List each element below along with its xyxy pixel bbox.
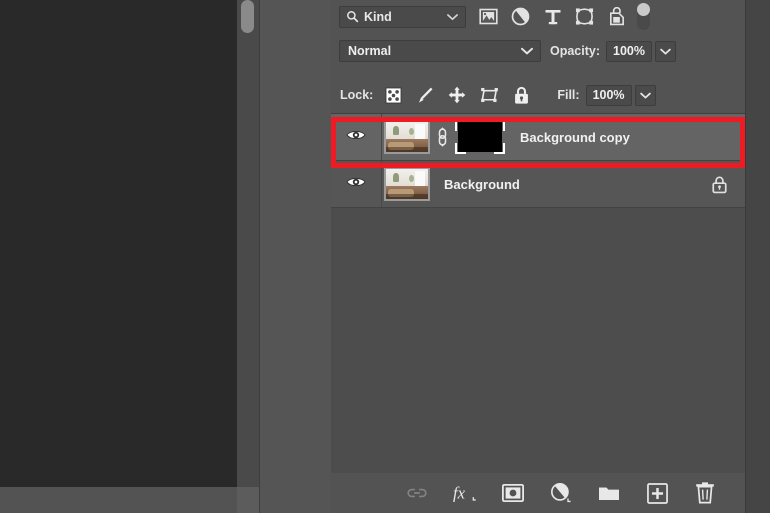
thumbnail-detail (408, 175, 414, 183)
link-icon[interactable] (405, 481, 429, 505)
half-filled-circle-icon[interactable] (549, 481, 573, 505)
folder-icon[interactable] (597, 481, 621, 505)
layer-visibility-toggle[interactable] (331, 161, 381, 207)
lock-row: Lock: Fill: 100% (331, 80, 745, 110)
mask-selection-corner (455, 143, 466, 154)
layer-name-label[interactable]: Background (444, 177, 711, 192)
thumbnail-detail (414, 170, 426, 187)
opacity-dropdown-button[interactable] (655, 40, 677, 62)
layer-thumbnail[interactable] (384, 167, 430, 201)
lock-label: Lock: (340, 88, 374, 102)
thumbnail-detail (414, 123, 426, 140)
filter-smart-objects-icon[interactable] (606, 6, 627, 27)
fx-icon[interactable]: fx (453, 481, 477, 505)
opacity-value: 100% (613, 44, 645, 58)
filter-shape-layers-icon[interactable] (574, 6, 595, 27)
layer-name-label[interactable]: Background copy (520, 130, 745, 145)
vertical-scrollbar[interactable] (237, 0, 259, 487)
fill-label: Fill: (557, 88, 580, 102)
fill-input[interactable]: 100% (585, 84, 632, 106)
chevron-down-icon (639, 86, 651, 104)
layer-list: Background copy Background (331, 113, 745, 474)
vertical-scrollbar-thumb[interactable] (241, 0, 254, 33)
chevron-down-icon (447, 13, 458, 21)
eye-icon (346, 175, 366, 194)
filter-enable-toggle[interactable] (637, 2, 650, 30)
layers-panel-bottom-toolbar: fx (331, 473, 745, 513)
lock-artboard-nesting-icon[interactable] (479, 85, 499, 105)
thumbnail-detail (386, 147, 428, 152)
svg-text:fx: fx (453, 484, 466, 503)
row-divider (381, 161, 382, 207)
fill-value: 100% (592, 88, 625, 102)
thumbnail-detail (408, 128, 414, 136)
document-canvas[interactable] (0, 0, 237, 487)
lock-position-icon[interactable] (447, 85, 467, 105)
chevron-down-icon (521, 47, 533, 55)
chevron-down-icon (660, 42, 671, 60)
toggle-knob (637, 2, 650, 16)
blend-mode-dropdown[interactable]: Normal (339, 40, 541, 62)
panel-edge-line (745, 0, 746, 513)
photoshop-layers-panel-screenshot: Kind Normal Opacity: 100% Lock: Fill: 10… (0, 0, 770, 513)
eye-icon (346, 128, 366, 147)
layers-panel: Kind Normal Opacity: 100% Lock: Fill: 10… (331, 0, 745, 513)
layer-mask-thumbnail[interactable] (452, 118, 508, 156)
filter-type-icons (478, 6, 627, 27)
filter-kind-label: Kind (364, 9, 392, 24)
thumbnail-detail (392, 173, 400, 183)
filter-kind-dropdown[interactable]: Kind (339, 5, 466, 28)
layer-thumbnail[interactable] (384, 120, 430, 154)
mask-selection-corner (494, 120, 505, 131)
filter-type-layers-icon[interactable] (542, 6, 563, 27)
trash-icon[interactable] (693, 481, 717, 505)
filter-pixel-layers-icon[interactable] (478, 6, 499, 27)
opacity-input[interactable]: 100% (606, 40, 653, 62)
row-divider (381, 114, 382, 160)
mask-selection-corner (494, 143, 505, 154)
table-row[interactable]: Background (331, 161, 745, 208)
lock-buttons (383, 85, 531, 105)
panel-divider (259, 0, 260, 513)
lock-transparent-pixels-icon[interactable] (383, 85, 403, 105)
fill-dropdown-button[interactable] (634, 84, 656, 106)
blend-mode-value: Normal (348, 44, 392, 58)
panel-gap-column (259, 0, 331, 513)
blend-mode-row: Normal Opacity: 100% (331, 36, 745, 66)
mask-selection-corner (455, 120, 466, 131)
scrollbar-corner (237, 487, 259, 513)
search-icon (346, 10, 359, 23)
layer-filter-row: Kind (331, 0, 745, 33)
mask-icon[interactable] (501, 481, 525, 505)
lock-icon[interactable] (711, 175, 728, 194)
plus-square-icon[interactable] (645, 481, 669, 505)
horizontal-scrollbar[interactable] (0, 487, 237, 513)
link-chain-icon[interactable] (432, 127, 452, 147)
thumbnail-detail (392, 126, 400, 136)
panel-right-edge (745, 0, 770, 513)
opacity-label: Opacity: (550, 44, 601, 58)
layer-visibility-toggle[interactable] (331, 114, 381, 160)
lock-all-icon[interactable] (511, 85, 531, 105)
thumbnail-detail (386, 194, 428, 199)
table-row[interactable]: Background copy (331, 114, 745, 161)
lock-image-pixels-icon[interactable] (415, 85, 435, 105)
filter-adjustment-layers-icon[interactable] (510, 6, 531, 27)
